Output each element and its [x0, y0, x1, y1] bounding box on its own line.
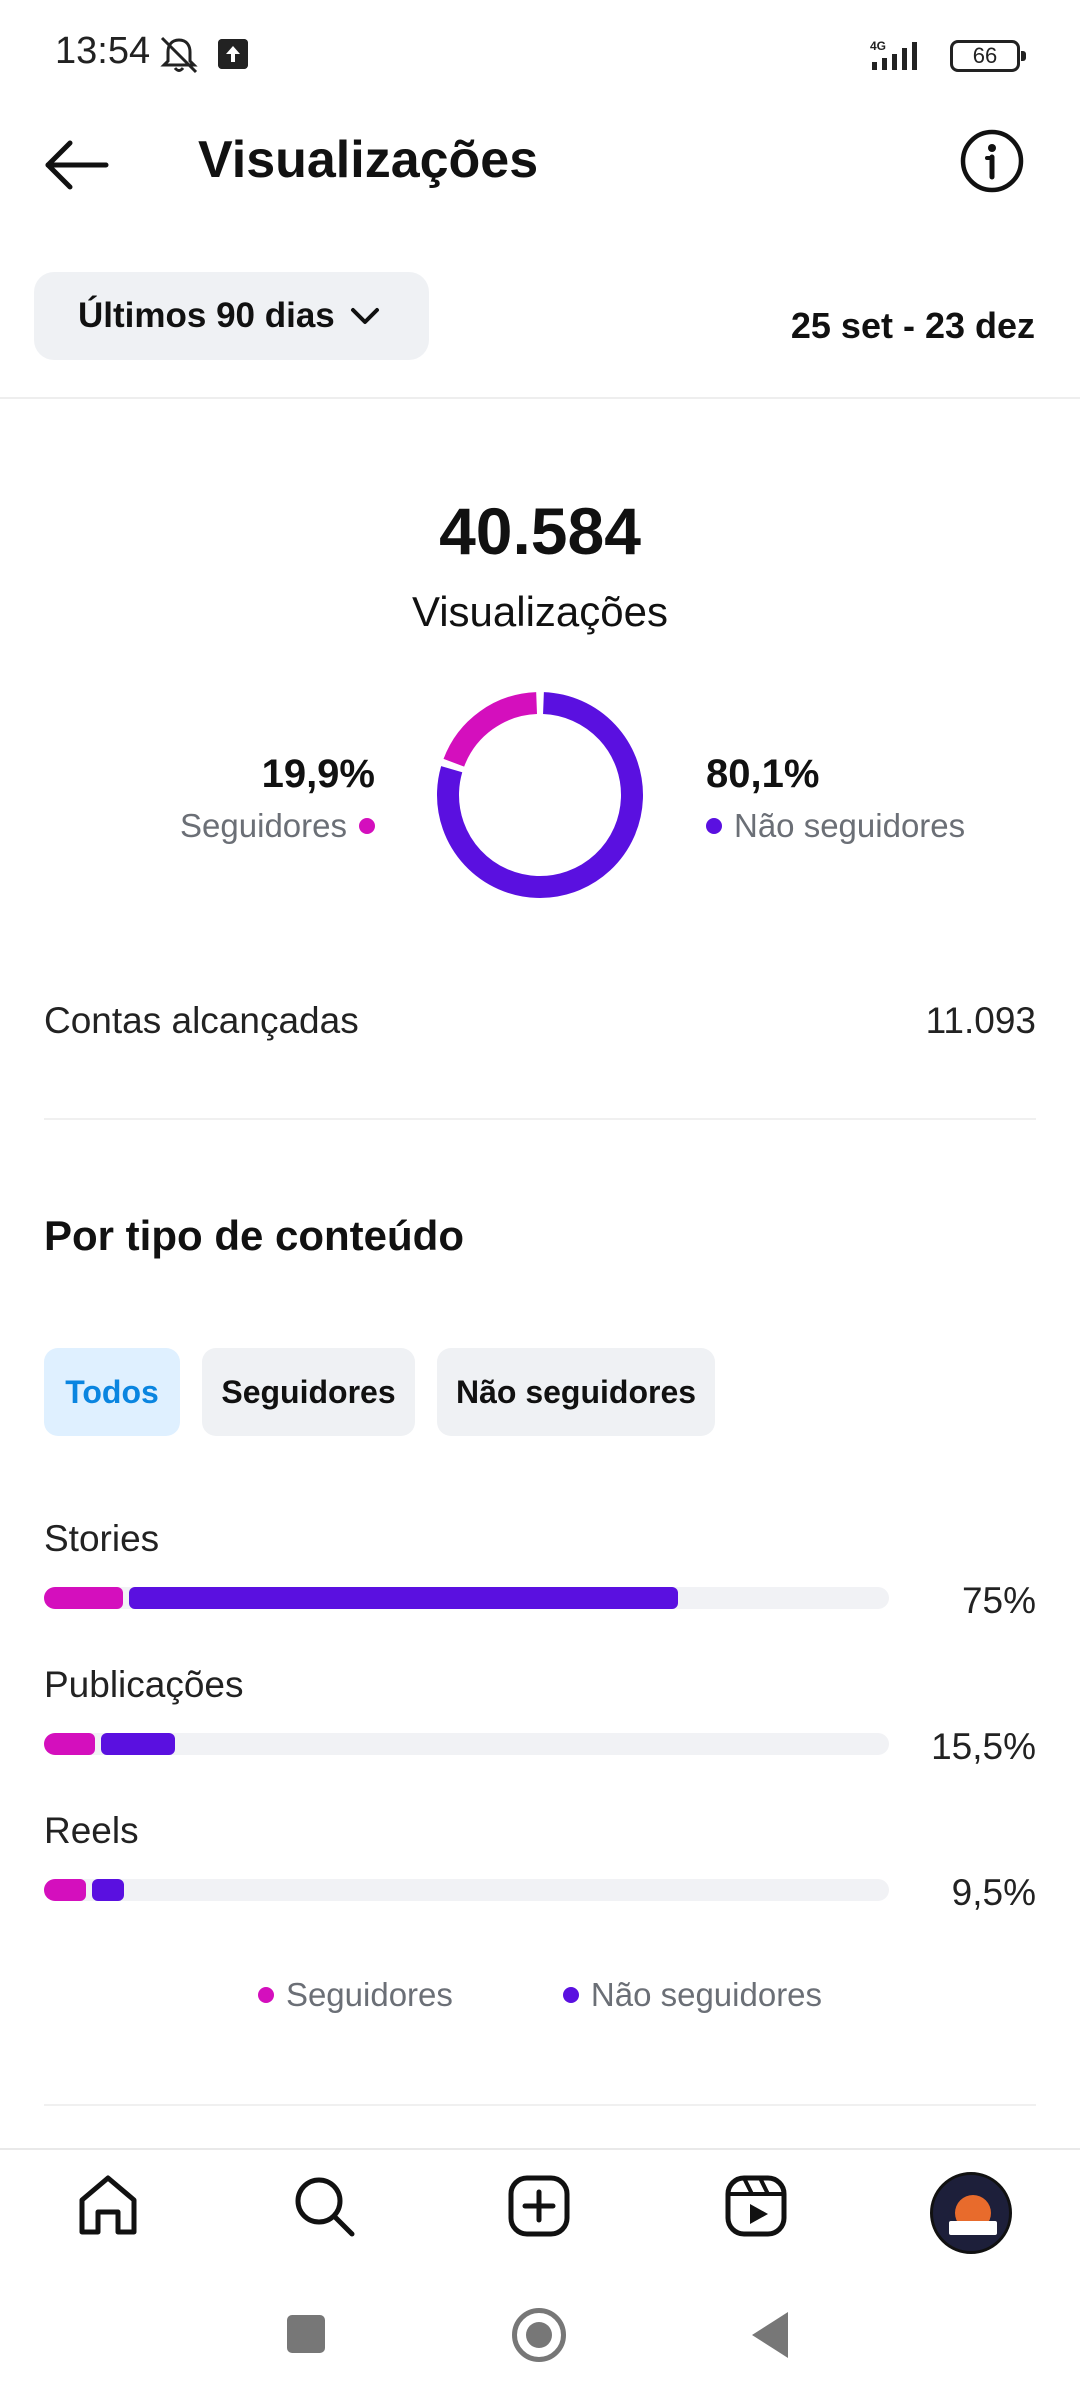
views-donut-chart: [437, 692, 643, 898]
reels-icon[interactable]: [720, 2170, 792, 2242]
non-followers-percent: 80,1%: [706, 752, 820, 796]
bar-segment-followers: [44, 1587, 123, 1609]
legend-item-followers: Seguidores: [257, 1976, 453, 2014]
non-followers-stat-label-row: Não seguidores: [706, 807, 965, 845]
content-row-label: Stories: [44, 1518, 160, 1559]
network-type-label: 4G: [870, 39, 886, 53]
divider: [44, 2104, 1036, 2106]
search-icon[interactable]: [288, 2170, 360, 2242]
legend-item-non-followers: Não seguidores: [562, 1976, 823, 2014]
page-title: Visualizações: [198, 131, 539, 189]
recent-apps-button[interactable]: [287, 2315, 325, 2353]
bottom-navigation: [0, 2148, 1080, 2268]
home-icon[interactable]: [72, 2170, 144, 2242]
bar-segment-followers: [44, 1879, 87, 1901]
bar-segment-non-followers: [100, 1733, 175, 1755]
create-icon[interactable]: [503, 2170, 575, 2242]
accounts-reached-value: 11.093: [925, 1000, 1036, 1041]
app-header: Visualizações: [0, 110, 1080, 220]
date-range-text: 25 set - 23 dez: [790, 305, 1035, 346]
non-followers-stat: 80,1% Não seguidores: [706, 752, 965, 845]
battery-indicator: 66: [950, 40, 1026, 72]
followers-stat: 19,9% Seguidores: [180, 752, 375, 845]
chart-legend: Seguidores Não seguidores: [0, 1976, 1080, 2014]
non-followers-label: Não seguidores: [734, 807, 966, 844]
followers-stat-label-row: Seguidores: [180, 807, 375, 845]
date-range-dropdown[interactable]: Últimos 90 dias: [34, 272, 429, 360]
status-bar: 13:54 4G 66: [0, 0, 1080, 100]
content-row-percent: 75%: [961, 1580, 1036, 1621]
bar-segment-non-followers: [128, 1587, 678, 1609]
bar-segment-followers: [44, 1733, 95, 1755]
content-row-percent: 9,5%: [951, 1872, 1036, 1913]
signal-icon: 4G: [870, 39, 917, 70]
back-button[interactable]: [752, 2312, 788, 2358]
legend-label-non-followers: Não seguidores: [590, 1976, 823, 2013]
status-time: 13:54: [55, 30, 151, 72]
profile-avatar[interactable]: [930, 2172, 1012, 2254]
followers-dot: [359, 818, 375, 834]
non-followers-dot: [562, 1987, 579, 2003]
donut-segment-followers: [437, 692, 643, 898]
followers-dot: [257, 1987, 274, 2003]
non-followers-dot: [706, 818, 722, 834]
legend-label-followers: Seguidores: [285, 1976, 453, 2013]
tab-all[interactable]: Todos: [44, 1348, 180, 1436]
content-row-label: Publicações: [44, 1664, 244, 1705]
upload-icon: [218, 39, 248, 69]
date-range-dropdown-label: Últimos 90 dias: [78, 296, 335, 335]
divider: [44, 1118, 1036, 1120]
content-row-percent: 15,5%: [931, 1726, 1036, 1767]
tab-non-followers[interactable]: Não seguidores: [437, 1348, 715, 1436]
content-type-title: Por tipo de conteúdo: [44, 1212, 464, 1259]
back-arrow-icon[interactable]: [40, 135, 112, 195]
chevron-down-icon: [350, 308, 379, 324]
followers-percent: 19,9%: [261, 752, 375, 796]
divider: [0, 397, 1080, 399]
tab-followers[interactable]: Seguidores: [202, 1348, 415, 1436]
accounts-reached-label: Contas alcançadas: [44, 1000, 359, 1041]
total-views-value: 40.584: [439, 494, 641, 568]
content-row-label: Reels: [44, 1810, 139, 1851]
content-bar-track: [44, 1587, 889, 1609]
total-views-label: Visualizações: [411, 588, 669, 635]
system-navigation-bar: [0, 2280, 1080, 2400]
home-button[interactable]: [512, 2308, 566, 2362]
info-icon[interactable]: [958, 127, 1026, 195]
avatar-graphic: [949, 2221, 997, 2235]
content-bar-track: [44, 1879, 889, 1901]
bell-muted-icon: [160, 36, 198, 74]
followers-label: Seguidores: [180, 807, 347, 844]
content-bar-track: [44, 1733, 889, 1755]
bar-segment-non-followers: [92, 1879, 125, 1901]
